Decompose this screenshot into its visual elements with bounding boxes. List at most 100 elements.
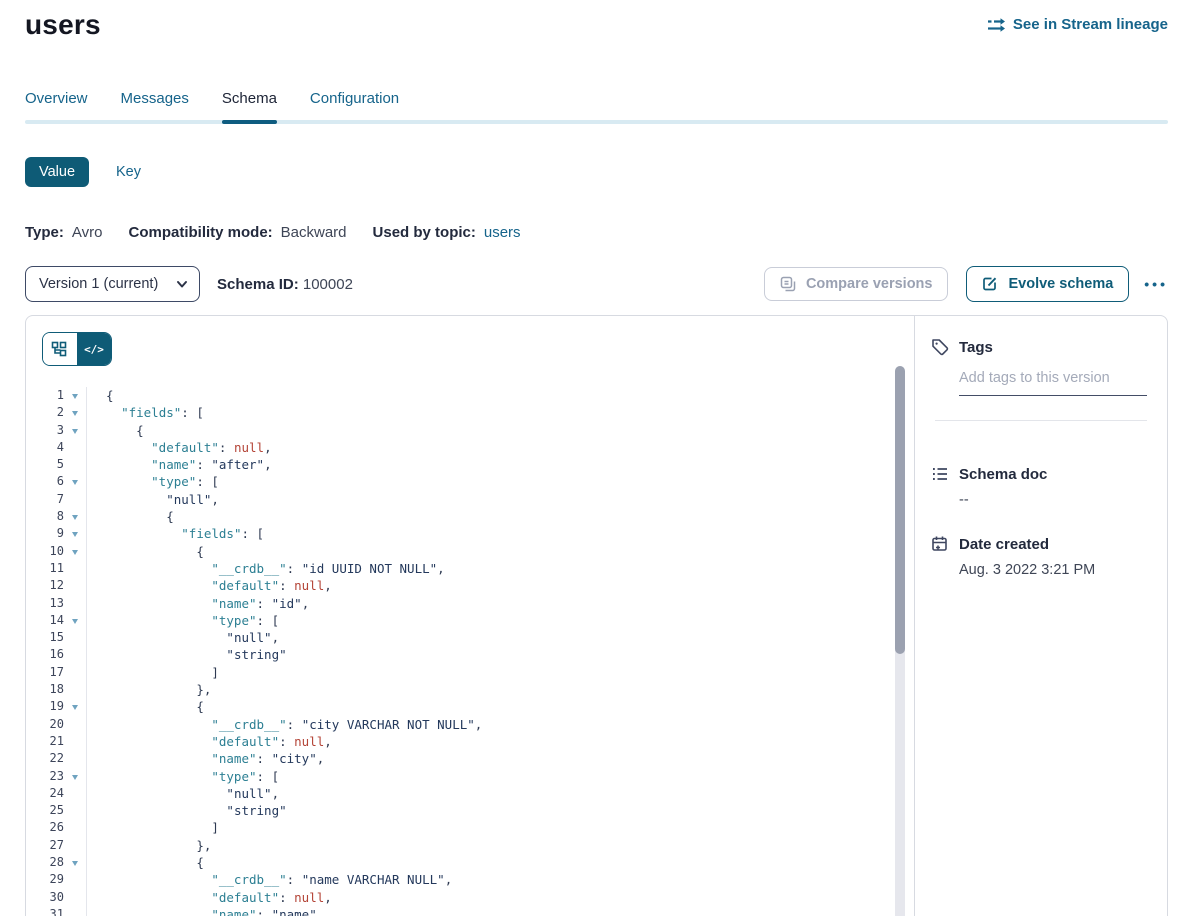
fold-gutter	[64, 889, 87, 906]
tags-title: Tags	[959, 339, 993, 356]
schema-editor-panel[interactable]: </> 1{2 "fields": [3 {4 "default": null,…	[26, 316, 914, 916]
tab-configuration[interactable]: Configuration	[310, 90, 399, 120]
line-number: 3	[42, 422, 64, 439]
fold-gutter	[64, 785, 87, 802]
fold-toggle-icon[interactable]	[64, 768, 87, 785]
active-tab-underline	[222, 120, 277, 124]
tab-messages[interactable]: Messages	[121, 90, 189, 120]
tree-view-button[interactable]	[43, 333, 77, 365]
more-actions-button[interactable]: •••	[1144, 276, 1168, 292]
fold-gutter	[64, 871, 87, 888]
fold-gutter	[64, 664, 87, 681]
code-line: 10 {	[42, 543, 914, 560]
code-text: "__crdb__": "name VARCHAR NULL",	[87, 871, 452, 888]
code-line: 23 "type": [	[42, 768, 914, 785]
sidebar-divider	[935, 420, 1147, 421]
code-line: 5 "name": "after",	[42, 456, 914, 473]
line-number: 29	[42, 871, 64, 888]
code-line: 22 "name": "city",	[42, 750, 914, 767]
code-line: 19 {	[42, 698, 914, 715]
code-line: 8 {	[42, 508, 914, 525]
compare-versions-button[interactable]: Compare versions	[764, 267, 949, 301]
code-text: {	[87, 854, 204, 871]
code-line: 6 "type": [	[42, 473, 914, 490]
see-in-stream-lineage-link[interactable]: See in Stream lineage	[987, 16, 1168, 33]
tab-schema[interactable]: Schema	[222, 90, 277, 120]
doc-list-icon	[931, 465, 949, 483]
line-number: 13	[42, 595, 64, 612]
code-line: 9 "fields": [	[42, 525, 914, 542]
tab-bar: Overview Messages Schema Configuration	[25, 90, 1168, 124]
fold-toggle-icon[interactable]	[64, 422, 87, 439]
fold-toggle-icon[interactable]	[64, 473, 87, 490]
calendar-plus-icon	[931, 535, 949, 553]
schema-meta-row: Type: Avro Compatibility mode: Backward …	[25, 224, 1168, 241]
fold-toggle-icon[interactable]	[64, 612, 87, 629]
code-text: {	[87, 508, 174, 525]
date-created-value: Aug. 3 2022 3:21 PM	[959, 562, 1147, 578]
topic-link[interactable]: users	[484, 224, 521, 241]
fold-toggle-icon[interactable]	[64, 508, 87, 525]
schema-page: users See in Stream lineage Overview Mess…	[0, 0, 1189, 916]
code-text: {	[87, 698, 204, 715]
value-tab-button[interactable]: Value	[25, 157, 89, 187]
fold-gutter	[64, 733, 87, 750]
code-line: 24 "null",	[42, 785, 914, 802]
date-created-section-header: Date created	[931, 535, 1147, 553]
schema-doc-value: --	[959, 492, 1147, 508]
editor-scrollbar-thumb[interactable]	[895, 366, 905, 654]
fold-toggle-icon[interactable]	[64, 854, 87, 871]
line-number: 18	[42, 681, 64, 698]
code-line: 29 "__crdb__": "name VARCHAR NULL",	[42, 871, 914, 888]
line-number: 14	[42, 612, 64, 629]
code-line: 1{	[42, 387, 914, 404]
fold-toggle-icon[interactable]	[64, 404, 87, 421]
compatibility-value: Backward	[281, 224, 347, 241]
code-text: "name": "after",	[87, 456, 272, 473]
code-text: "null",	[87, 629, 279, 646]
schema-code-editor[interactable]: 1{2 "fields": [3 {4 "default": null,5 "n…	[42, 387, 914, 916]
tree-view-icon	[51, 341, 69, 357]
line-number: 28	[42, 854, 64, 871]
line-number: 5	[42, 456, 64, 473]
code-line: 17 ]	[42, 664, 914, 681]
code-line: 7 "null",	[42, 491, 914, 508]
evolve-schema-button[interactable]: Evolve schema	[966, 266, 1129, 302]
tag-icon	[931, 338, 949, 356]
date-created-title: Date created	[959, 536, 1049, 553]
line-number: 16	[42, 646, 64, 663]
version-select[interactable]: Version 1 (current)	[25, 266, 200, 302]
tab-overview[interactable]: Overview	[25, 90, 88, 120]
code-line: 18 },	[42, 681, 914, 698]
line-number: 25	[42, 802, 64, 819]
code-text: "__crdb__": "id UUID NOT NULL",	[87, 560, 445, 577]
code-text: "string"	[87, 802, 287, 819]
editor-scrollbar-track[interactable]	[895, 366, 905, 916]
fold-gutter	[64, 906, 87, 916]
fold-toggle-icon[interactable]	[64, 387, 87, 404]
fold-gutter	[64, 560, 87, 577]
code-view-button[interactable]: </>	[77, 333, 111, 365]
add-tags-input[interactable]	[959, 356, 1147, 396]
line-number: 10	[42, 543, 64, 560]
key-tab-button[interactable]: Key	[116, 164, 141, 180]
fold-gutter	[64, 681, 87, 698]
line-number: 27	[42, 837, 64, 854]
fold-gutter	[64, 802, 87, 819]
code-line: 16 "string"	[42, 646, 914, 663]
code-view-icon: </>	[84, 343, 104, 356]
fold-gutter	[64, 491, 87, 508]
code-text: ]	[87, 664, 219, 681]
line-number: 31	[42, 906, 64, 916]
fold-toggle-icon[interactable]	[64, 543, 87, 560]
code-text: "null",	[87, 491, 219, 508]
code-text: "null",	[87, 785, 279, 802]
code-text: "string"	[87, 646, 287, 663]
code-line: 3 {	[42, 422, 914, 439]
fold-toggle-icon[interactable]	[64, 525, 87, 542]
fold-gutter	[64, 819, 87, 836]
fold-gutter	[64, 629, 87, 646]
tags-section-header: Tags	[931, 338, 1147, 356]
code-text: "__crdb__": "city VARCHAR NOT NULL",	[87, 716, 482, 733]
fold-toggle-icon[interactable]	[64, 698, 87, 715]
